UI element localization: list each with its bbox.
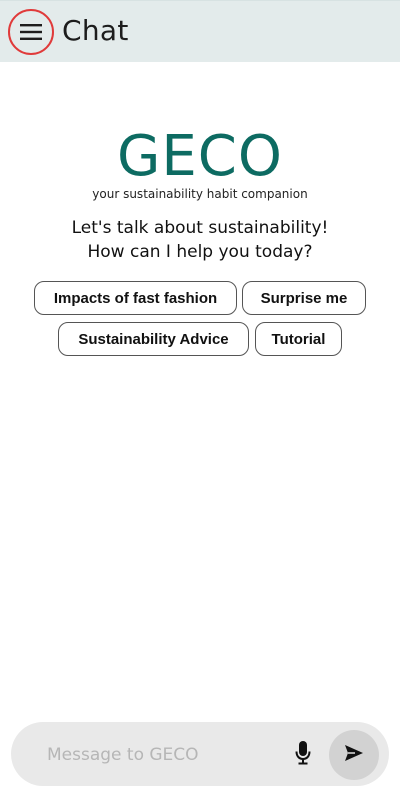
send-icon [345, 744, 363, 766]
message-composer [11, 722, 389, 786]
suggestion-chip-surprise-me[interactable]: Surprise me [242, 281, 366, 315]
geco-logo: GECO [117, 124, 283, 189]
greeting: Let's talk about sustainability! How can… [0, 216, 400, 264]
greeting-line-1: Let's talk about sustainability! [71, 218, 329, 238]
suggestion-chip-fast-fashion[interactable]: Impacts of fast fashion [34, 281, 237, 315]
page-title: Chat [62, 14, 129, 47]
suggestion-chip-sustainability-advice[interactable]: Sustainability Advice [58, 322, 249, 356]
send-button[interactable] [329, 730, 379, 780]
microphone-button[interactable] [291, 740, 315, 770]
app-bar: Chat [0, 0, 400, 62]
chat-screen: Chat GECO your sustainability habit comp… [0, 0, 400, 800]
tagline: your sustainability habit companion [92, 187, 308, 201]
menu-button[interactable] [8, 9, 54, 55]
greeting-line-2: How can I help you today? [87, 242, 313, 262]
suggestion-chip-tutorial[interactable]: Tutorial [255, 322, 342, 356]
microphone-icon [295, 740, 311, 770]
hamburger-menu-icon [20, 23, 42, 41]
message-input[interactable] [45, 740, 279, 770]
